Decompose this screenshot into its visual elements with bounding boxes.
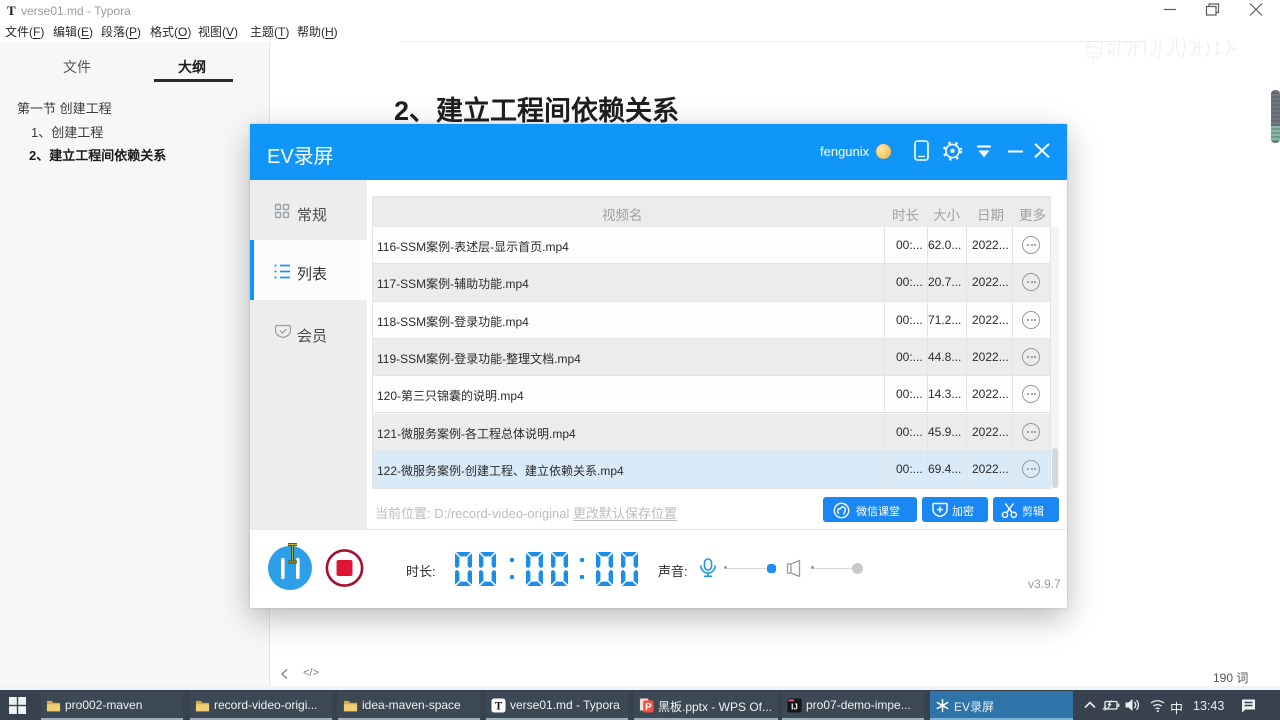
svg-text:P: P — [645, 702, 652, 713]
svg-text:IJ: IJ — [791, 702, 798, 711]
svg-text:T: T — [495, 700, 503, 712]
